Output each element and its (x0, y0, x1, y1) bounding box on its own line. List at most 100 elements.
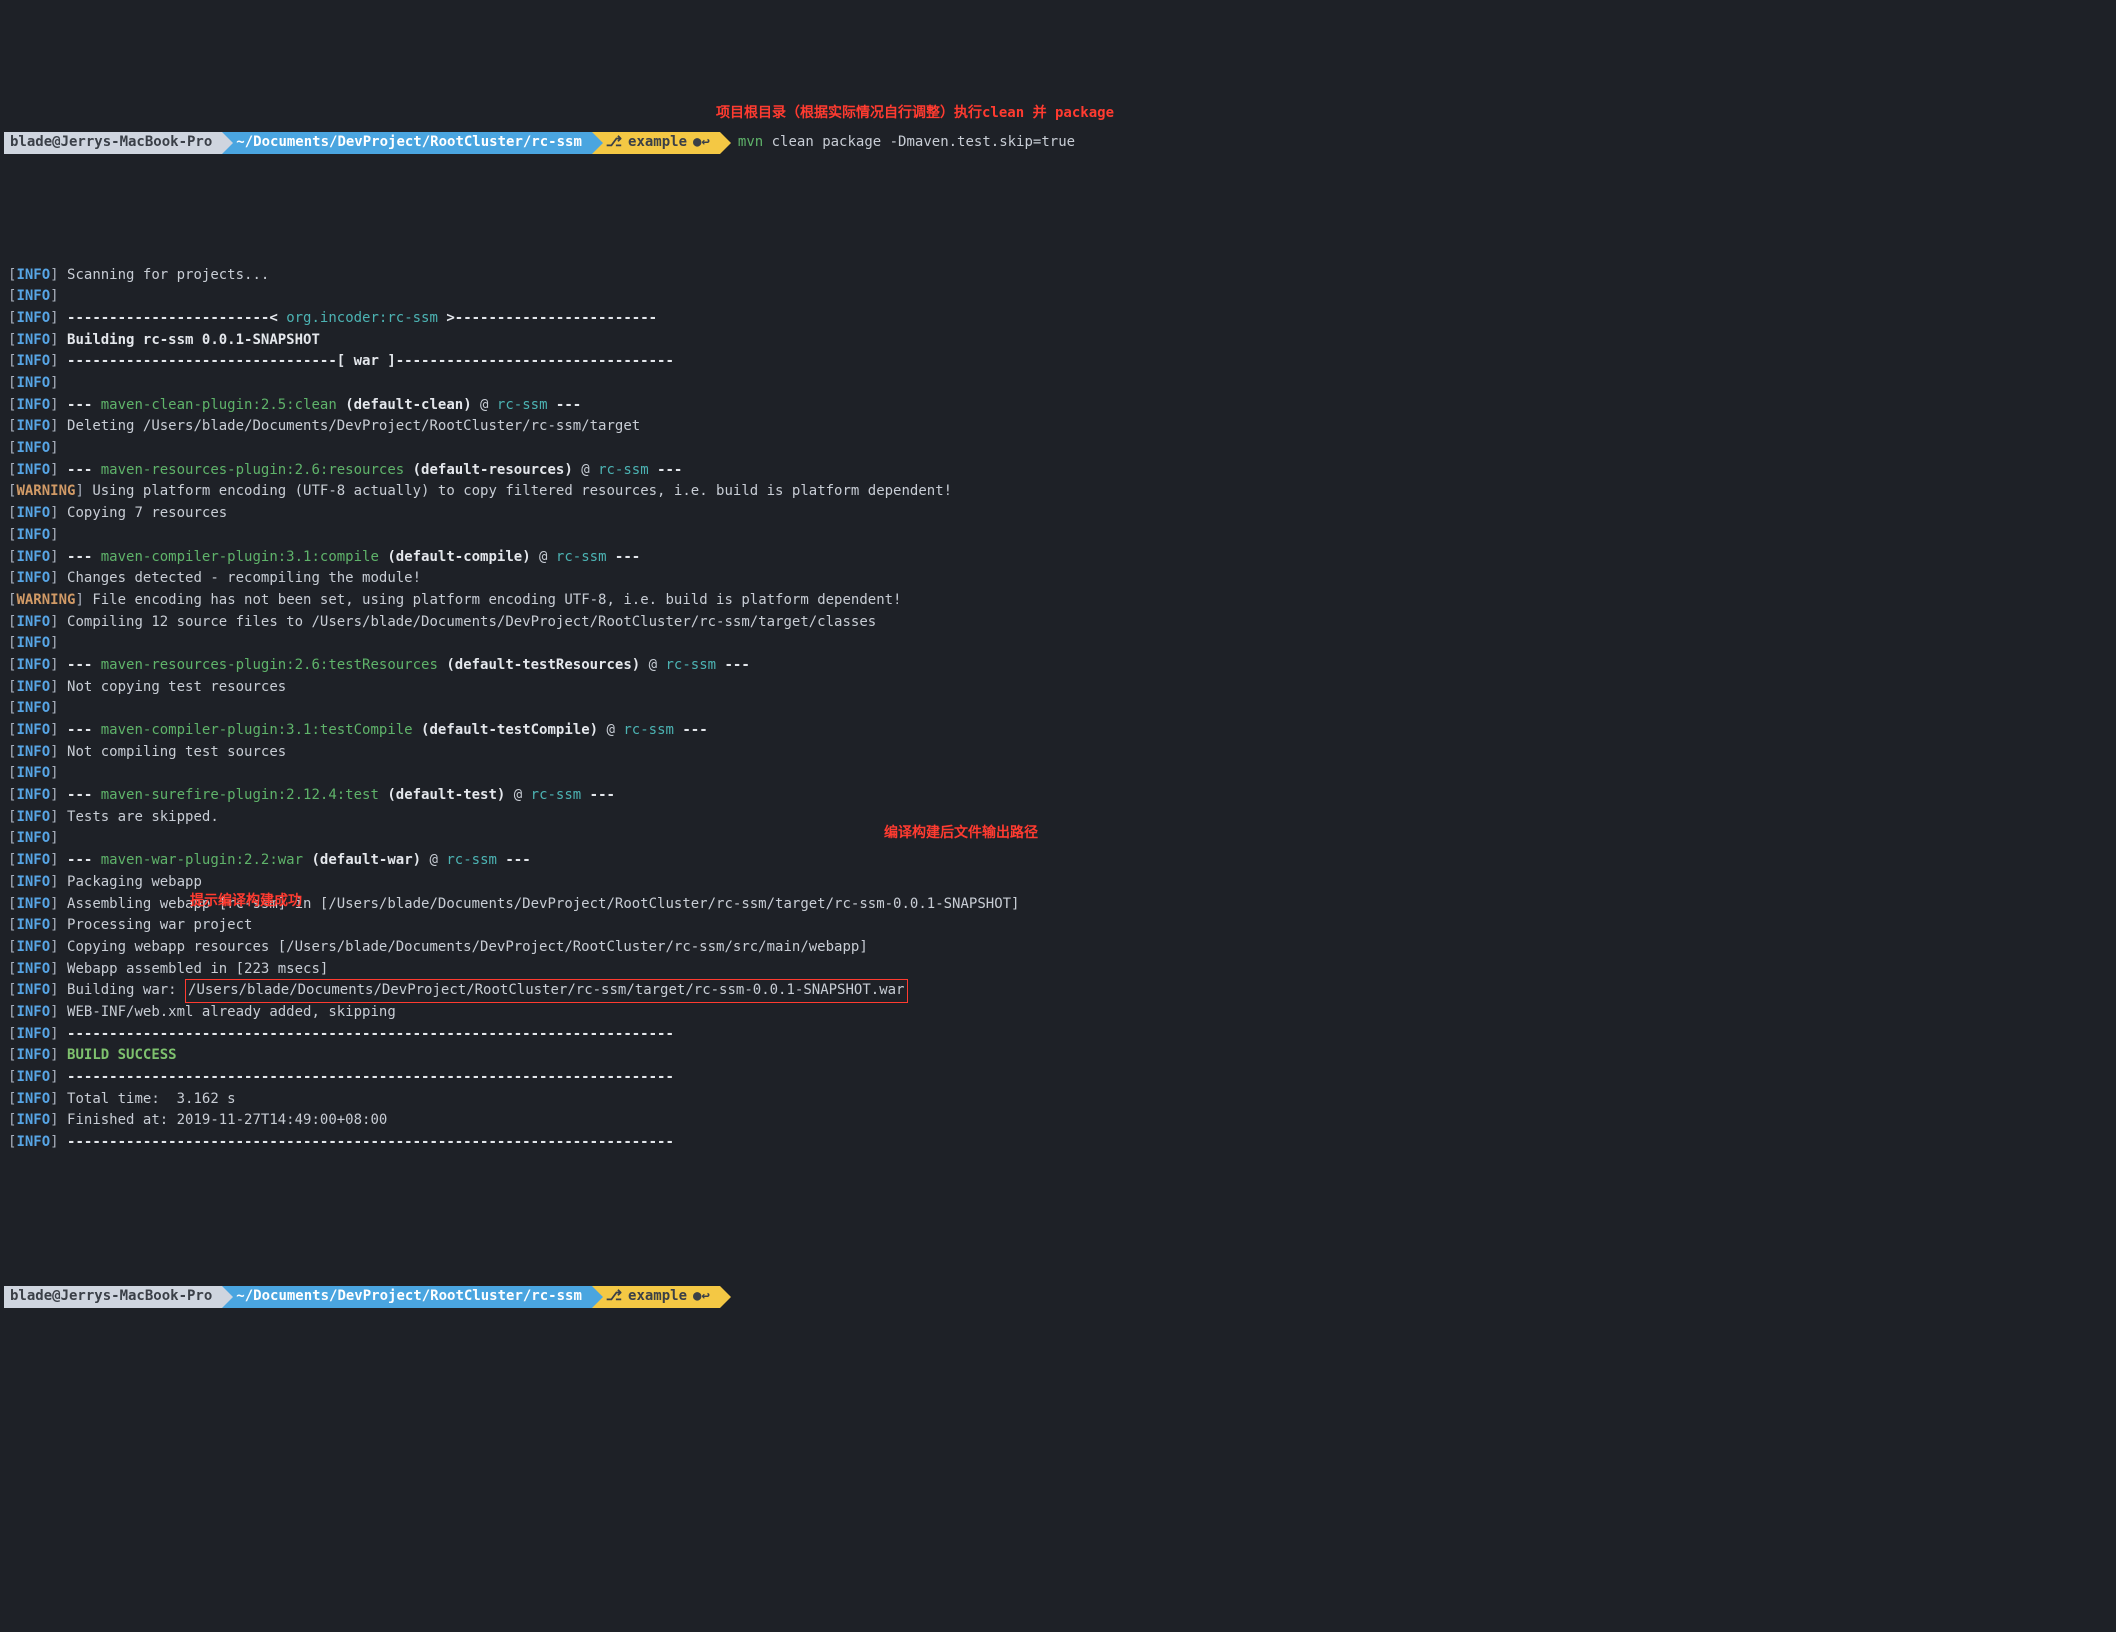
log-level: INFO (16, 1004, 50, 1020)
git-dirty-icon: ●↩ (693, 1286, 710, 1308)
log-level: INFO (16, 614, 50, 630)
log-level: INFO (16, 1026, 50, 1042)
log-line: [INFO] --------------------------------[… (4, 351, 2116, 373)
log-line: [INFO] Processing war project (4, 915, 2116, 937)
log-level: INFO (16, 310, 50, 326)
log-level: INFO (16, 679, 50, 695)
log-line: [INFO] Finished at: 2019-11-27T14:49:00+… (4, 1110, 2116, 1132)
log-line: [INFO] Copying webapp resources [/Users/… (4, 937, 2116, 959)
log-level: WARNING (16, 592, 75, 608)
prompt-bar-top: blade@Jerrys-MacBook-Pro ~/Documents/Dev… (4, 132, 2116, 154)
log-level: INFO (16, 852, 50, 868)
log-level: INFO (16, 267, 50, 283)
command-args: clean package -Dmaven.test.skip=true (763, 132, 1075, 154)
log-line: [INFO] Deleting /Users/blade/Documents/D… (4, 416, 2116, 438)
log-line: [INFO] (4, 438, 2116, 460)
log-level: INFO (16, 1134, 50, 1150)
branch-text: example (628, 132, 687, 154)
log-level: INFO (16, 570, 50, 586)
log-line: [INFO] WEB-INF/web.xml already added, sk… (4, 1002, 2116, 1024)
log-level: INFO (16, 397, 50, 413)
log-level: INFO (16, 830, 50, 846)
log-line: [INFO] ---------------------------------… (4, 1067, 2116, 1089)
path-text: ~/Documents/DevProject/RootCluster/rc-ss… (236, 132, 582, 154)
log-line: [INFO] Not compiling test sources (4, 742, 2116, 764)
log-level: INFO (16, 375, 50, 391)
terminal[interactable]: blade@Jerrys-MacBook-Pro ~/Documents/Dev… (0, 65, 2116, 1353)
log-line: [INFO] BUILD SUCCESS (4, 1045, 2116, 1067)
log-line: [INFO] (4, 286, 2116, 308)
command-input[interactable]: mvn clean package -Dmaven.test.skip=true (720, 132, 1075, 154)
log-level: INFO (16, 787, 50, 803)
log-line: [INFO] Total time: 3.162 s (4, 1089, 2116, 1111)
git-branch-icon: ⎇ (606, 1286, 622, 1308)
log-line: [INFO] --- maven-war-plugin:2.2:war (def… (4, 850, 2116, 872)
log-level: INFO (16, 418, 50, 434)
build-output: [INFO] Scanning for projects...[INFO] [I… (4, 265, 2116, 1154)
log-level: INFO (16, 549, 50, 565)
log-level: INFO (16, 505, 50, 521)
log-level: INFO (16, 288, 50, 304)
log-level: INFO (16, 440, 50, 456)
log-level: INFO (16, 744, 50, 760)
log-line: [INFO] --- maven-compiler-plugin:3.1:com… (4, 547, 2116, 569)
log-level: INFO (16, 765, 50, 781)
log-line: [INFO] --- maven-resources-plugin:2.6:re… (4, 460, 2116, 482)
log-level: INFO (16, 982, 50, 998)
git-branch-icon: ⎇ (606, 132, 622, 154)
annotation-root-dir: 项目根目录（根据实际情况自行调整）执行clean 并 package (716, 103, 1114, 125)
log-level: INFO (16, 1091, 50, 1107)
log-line: [INFO] (4, 828, 2116, 850)
log-line: [INFO] ---------------------------------… (4, 1132, 2116, 1154)
log-line: [INFO] Changes detected - recompiling th… (4, 568, 2116, 590)
log-level: INFO (16, 939, 50, 955)
log-line: [INFO] (4, 698, 2116, 720)
log-line: [INFO] Assembling webapp [rc-ssm] in [/U… (4, 894, 2116, 916)
prompt-branch: ⎇ example ●↩ (592, 132, 720, 154)
log-line: [INFO] (4, 373, 2116, 395)
log-line: [INFO] Tests are skipped. (4, 807, 2116, 829)
prompt-branch: ⎇example●↩ (592, 1286, 720, 1308)
log-level: INFO (16, 332, 50, 348)
annotation-output-path: 编译构建后文件输出路径 (884, 823, 1038, 845)
annotation-build-success: 提示编译构建成功 (190, 891, 302, 913)
log-level: INFO (16, 657, 50, 673)
host-text: blade@Jerrys-MacBook-Pro (10, 132, 212, 154)
log-line: [INFO] --- maven-compiler-plugin:3.1:tes… (4, 720, 2116, 742)
prompt-bar-bottom: blade@Jerrys-MacBook-Pro ~/Documents/Dev… (4, 1286, 2116, 1308)
prompt-host: blade@Jerrys-MacBook-Pro (4, 1286, 222, 1308)
log-level: INFO (16, 874, 50, 890)
log-line: [INFO] Building rc-ssm 0.0.1-SNAPSHOT (4, 330, 2116, 352)
prompt-host: blade@Jerrys-MacBook-Pro (4, 132, 222, 154)
log-line: [INFO] --- maven-clean-plugin:2.5:clean … (4, 395, 2116, 417)
log-level: INFO (16, 961, 50, 977)
log-line: [WARNING] File encoding has not been set… (4, 590, 2116, 612)
log-level: INFO (16, 353, 50, 369)
log-level: INFO (16, 1112, 50, 1128)
log-level: INFO (16, 700, 50, 716)
log-line: [INFO] Webapp assembled in [223 msecs] (4, 959, 2116, 981)
log-line: [INFO] Copying 7 resources (4, 503, 2116, 525)
log-level: INFO (16, 896, 50, 912)
log-level: INFO (16, 1047, 50, 1063)
log-line: [INFO] Scanning for projects... (4, 265, 2116, 287)
log-line: [INFO] (4, 633, 2116, 655)
log-line: [INFO] Not copying test resources (4, 677, 2116, 699)
log-level: INFO (16, 527, 50, 543)
log-level: INFO (16, 635, 50, 651)
log-line: [INFO] Compiling 12 source files to /Use… (4, 612, 2116, 634)
prompt-path: ~/Documents/DevProject/RootCluster/rc-ss… (222, 1286, 592, 1308)
log-line: [INFO] Packaging webapp (4, 872, 2116, 894)
log-level: WARNING (16, 483, 75, 499)
git-dirty-icon: ●↩ (693, 132, 710, 154)
log-level: INFO (16, 462, 50, 478)
log-level: INFO (16, 1069, 50, 1085)
prompt-path: ~/Documents/DevProject/RootCluster/rc-ss… (222, 132, 592, 154)
log-line: [WARNING] Using platform encoding (UTF-8… (4, 481, 2116, 503)
log-line: [INFO] (4, 525, 2116, 547)
log-line: [INFO] ------------------------< org.inc… (4, 308, 2116, 330)
log-level: INFO (16, 917, 50, 933)
log-level: INFO (16, 809, 50, 825)
log-line: [INFO] (4, 763, 2116, 785)
command-name: mvn (738, 132, 763, 154)
